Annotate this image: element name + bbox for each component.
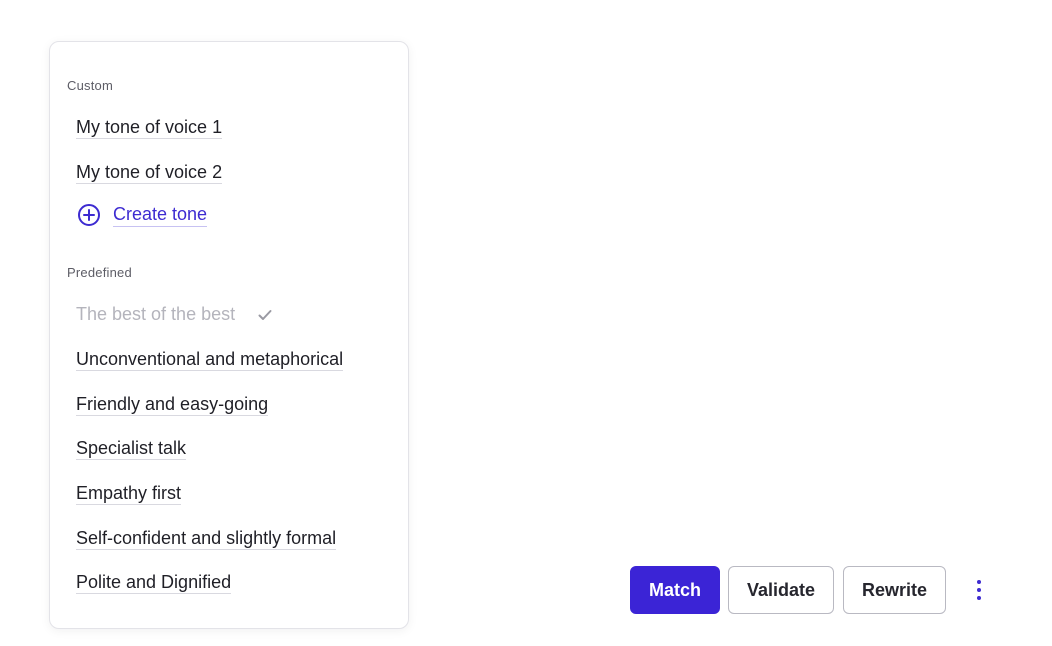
custom-tone-item-label: My tone of voice 1 <box>76 117 223 139</box>
custom-tone-item-label: My tone of voice 2 <box>76 162 223 184</box>
tone-of-voice-dropdown: Custom My tone of voice 1 My tone of voi… <box>49 41 409 629</box>
more-vertical-icon[interactable] <box>968 574 990 606</box>
predefined-tone-label: Self-confident and slightly formal <box>76 528 337 550</box>
predefined-tone-label: Friendly and easy-going <box>76 394 269 416</box>
predefined-tone-label: Specialist talk <box>76 438 187 460</box>
predefined-tone-selected-label: The best of the best <box>76 304 236 324</box>
create-tone-button[interactable]: Create tone <box>77 203 208 227</box>
predefined-tone-item[interactable]: Unconventional and metaphorical <box>76 348 344 371</box>
match-button[interactable]: Match <box>630 566 720 614</box>
predefined-tone-label: Unconventional and metaphorical <box>76 349 344 371</box>
validate-button[interactable]: Validate <box>728 566 834 614</box>
rewrite-button[interactable]: Rewrite <box>843 566 946 614</box>
predefined-tone-item[interactable]: Specialist talk <box>76 437 187 460</box>
predefined-section-label: Predefined <box>67 265 132 280</box>
page: Custom My tone of voice 1 My tone of voi… <box>0 0 1052 646</box>
predefined-tone-item[interactable]: Polite and Dignified <box>76 571 232 594</box>
predefined-tone-label: Polite and Dignified <box>76 572 232 594</box>
check-icon <box>258 310 272 321</box>
predefined-tone-label: Empathy first <box>76 483 182 505</box>
custom-section-label: Custom <box>67 78 113 93</box>
custom-tone-item-2[interactable]: My tone of voice 2 <box>76 161 223 184</box>
create-tone-label: Create tone <box>113 203 208 227</box>
predefined-tone-item[interactable]: Friendly and easy-going <box>76 393 269 416</box>
custom-tone-item-1[interactable]: My tone of voice 1 <box>76 116 223 139</box>
predefined-tone-item[interactable]: Empathy first <box>76 482 182 505</box>
plus-circle-icon <box>78 204 100 226</box>
predefined-tone-selected: The best of the best <box>76 303 272 325</box>
predefined-tone-item[interactable]: Self-confident and slightly formal <box>76 527 337 550</box>
